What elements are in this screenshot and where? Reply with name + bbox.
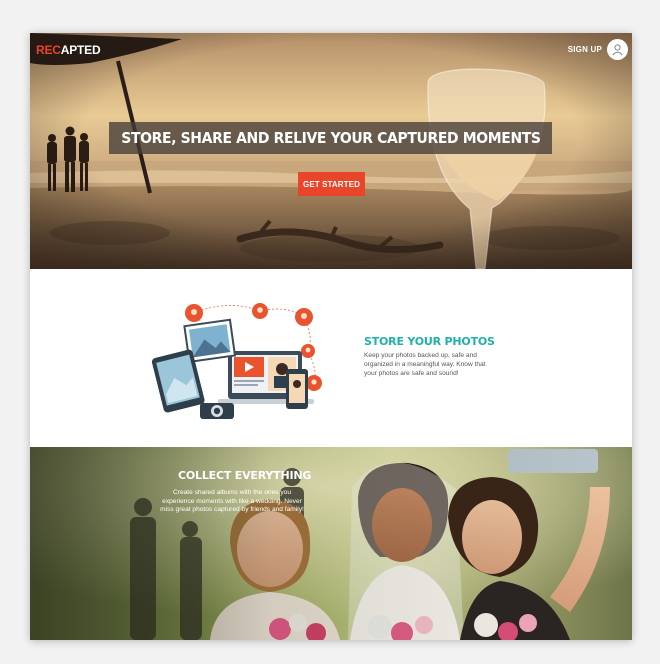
logo-text: APTED [60, 43, 101, 57]
store-photos-description: Keep your photos backed up, safe and org… [364, 352, 486, 377]
store-photos-section: STORE YOUR PHOTOS Keep your photos backe… [30, 269, 632, 447]
avatar-button[interactable] [607, 39, 628, 60]
logo[interactable]: RECAPTED [36, 43, 101, 57]
collect-everything-section: COLLECT EVERYTHING Create shared albums … [30, 447, 632, 640]
wedding-selfie-photo [30, 447, 632, 640]
hero-headline: STORE, SHARE AND RELIVE YOUR CAPTURED MO… [120, 129, 541, 147]
devices-illustration [151, 303, 322, 419]
store-photos-title: STORE YOUR PHOTOS [364, 335, 495, 348]
get-started-button[interactable]: GET STARTED [298, 172, 365, 196]
signup-link[interactable]: SIGN UP [568, 45, 602, 54]
hero-section: RECAPTED SIGN UP STORE, SHARE AND RELIVE… [30, 33, 632, 269]
collect-everything-description: Create shared albums with the ones you e… [160, 489, 304, 513]
user-icon [612, 44, 623, 56]
logo-accent: REC [36, 43, 61, 57]
collect-everything-title: COLLECT EVERYTHING [178, 469, 312, 482]
headline-banner: STORE, SHARE AND RELIVE YOUR CAPTURED MO… [109, 122, 552, 154]
page-frame: RECAPTED SIGN UP STORE, SHARE AND RELIVE… [30, 33, 632, 640]
